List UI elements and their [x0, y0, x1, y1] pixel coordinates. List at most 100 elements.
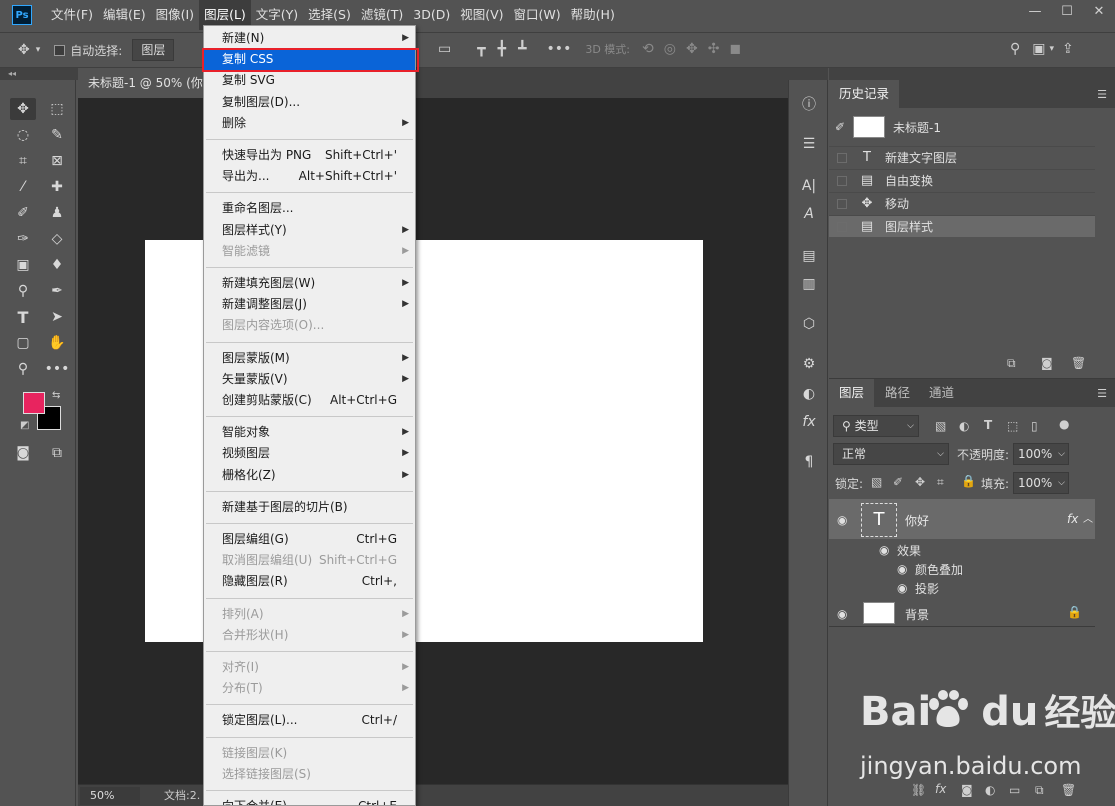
tab-layers[interactable]: 图层: [829, 379, 875, 407]
3d-slide-icon[interactable]: ✣: [708, 41, 720, 57]
menu-window[interactable]: 窗口(W): [509, 0, 566, 30]
gradient-tool-icon[interactable]: ▣: [10, 254, 36, 276]
layer-menu-item[interactable]: 复制 SVG: [204, 70, 415, 91]
pen-tool-icon[interactable]: ✒: [44, 280, 70, 302]
3d-icon[interactable]: ⬡: [795, 312, 823, 336]
lasso-tool-icon[interactable]: ◌: [10, 124, 36, 146]
history-step-checkbox[interactable]: [837, 221, 847, 232]
share-icon[interactable]: ⇪: [1062, 41, 1074, 57]
panel-menu-icon[interactable]: ☰: [1097, 88, 1107, 101]
layer-menu-item[interactable]: 复制图层(D)...: [204, 92, 415, 113]
type-filter-icon[interactable]: T: [984, 418, 992, 432]
properties-icon[interactable]: ☰: [795, 132, 823, 156]
3d-orbit-icon[interactable]: ⟲: [642, 41, 654, 57]
3d-pan-icon[interactable]: ✥: [686, 41, 698, 57]
dodge-tool-icon[interactable]: ⚲: [10, 280, 36, 302]
layer-filter-select[interactable]: ⚲ 类型 ⌵: [833, 415, 919, 437]
layer-menu-item[interactable]: 视频图层 ▶: [204, 443, 415, 464]
layer-menu-item[interactable]: 复制 CSS: [204, 49, 415, 71]
eraser-tool-icon[interactable]: ◇: [44, 228, 70, 250]
lock-all-icon[interactable]: 🔒: [961, 474, 976, 488]
notes-icon[interactable]: ▥: [795, 272, 823, 296]
history-step-checkbox[interactable]: [837, 175, 847, 186]
layer-menu-item[interactable]: 图层蒙版(M) ▶: [204, 348, 415, 369]
shape-filter-icon[interactable]: ⬚: [1007, 419, 1018, 433]
default-colors-icon[interactable]: ◩: [20, 420, 29, 431]
layer-menu-item[interactable]: 快速导出为 PNG Shift+Ctrl+': [204, 145, 415, 166]
maximize-button[interactable]: ☐: [1051, 0, 1083, 22]
effect-item[interactable]: 颜色叠加: [915, 561, 963, 578]
adjustments-icon[interactable]: ⚙: [795, 352, 823, 376]
history-step[interactable]: ✥ 移动: [829, 192, 1095, 214]
trash-icon[interactable]: 🗑: [1071, 356, 1086, 370]
zoom-field[interactable]: 50%: [80, 787, 140, 805]
background-layer-row[interactable]: ◉ 背景 🔒: [829, 599, 1095, 627]
text-layer-row[interactable]: ◉ T 你好 fx ︿ ◉ 效果 ◉ 颜色叠加 ◉ 投影: [829, 499, 1095, 597]
stamp-tool-icon[interactable]: ♟: [44, 202, 70, 224]
layer-menu-item[interactable]: 新建基于图层的切片(B): [204, 497, 415, 518]
chevron-down-icon[interactable]: ▾: [1050, 44, 1055, 54]
history-step[interactable]: T 新建文字图层: [829, 146, 1095, 168]
layer-menu-item[interactable]: 重命名图层...: [204, 198, 415, 219]
canvas-area[interactable]: [78, 98, 788, 784]
libraries-icon[interactable]: ▤: [795, 244, 823, 268]
auto-select-dropdown[interactable]: 图层: [132, 39, 175, 61]
layer-name[interactable]: 你好: [905, 512, 929, 529]
layer-menu-item[interactable]: 向下合并(E) Ctrl+E: [204, 796, 415, 805]
layer-menu-item[interactable]: 智能对象 ▶: [204, 422, 415, 443]
hand-tool-icon[interactable]: ✋: [44, 332, 70, 354]
3d-roll-icon[interactable]: ◎: [664, 41, 676, 57]
panel-menu-icon[interactable]: ☰: [1097, 387, 1107, 400]
tab-paths[interactable]: 路径: [875, 379, 920, 407]
layer-menu-item[interactable]: 矢量蒙版(V) ▶: [204, 369, 415, 390]
lock-transparent-icon[interactable]: ▧: [871, 475, 882, 489]
menu-help[interactable]: 帮助(H): [566, 0, 620, 30]
swap-colors-icon[interactable]: ⇆: [52, 390, 60, 401]
auto-select-checkbox[interactable]: [54, 44, 66, 56]
chevron-up-icon[interactable]: ︿: [1083, 510, 1093, 525]
camera-icon[interactable]: ◙: [1041, 356, 1053, 370]
quick-mask-icon[interactable]: ◙: [10, 442, 36, 464]
lock-artboard-icon[interactable]: ⌗: [937, 475, 944, 490]
3d-camera-icon[interactable]: ◼: [729, 41, 741, 57]
toolbar-collapse-bar[interactable]: ◂◂: [0, 68, 78, 80]
layer-menu-item[interactable]: 锁定图层(L)... Ctrl+/: [204, 710, 415, 731]
visibility-eye-icon[interactable]: ◉: [897, 581, 907, 595]
align-center-icon[interactable]: ▭: [438, 41, 451, 57]
align-bottom-icon[interactable]: ┻: [518, 41, 526, 57]
tab-channels[interactable]: 通道: [919, 379, 964, 407]
healing-brush-tool-icon[interactable]: ✚: [44, 176, 70, 198]
visibility-eye-icon[interactable]: ◉: [879, 543, 889, 557]
close-button[interactable]: ✕: [1083, 0, 1115, 22]
tab-history[interactable]: 历史记录: [829, 80, 900, 108]
layer-menu-item[interactable]: 图层编组(G) Ctrl+G: [204, 529, 415, 550]
more-tools-icon[interactable]: •••: [44, 358, 70, 380]
lock-image-icon[interactable]: ✐: [893, 475, 903, 489]
effect-item[interactable]: 投影: [915, 580, 939, 597]
foreground-color-swatch[interactable]: [23, 392, 45, 414]
visibility-eye-icon[interactable]: ◉: [897, 562, 907, 576]
history-brush-tool-icon[interactable]: ✑: [10, 228, 36, 250]
menu-edit[interactable]: 编辑(E): [98, 0, 151, 30]
history-step[interactable]: ▤ 自由变换: [829, 169, 1095, 191]
history-step-checkbox[interactable]: [837, 198, 847, 209]
styles-icon[interactable]: ◐: [795, 382, 823, 406]
workspace-icon[interactable]: ▣: [1032, 41, 1045, 57]
icon-column-collapse-bar[interactable]: [788, 68, 828, 80]
new-document-from-state-icon[interactable]: ⧉: [1007, 356, 1016, 371]
panels-collapse-bar[interactable]: [829, 68, 1115, 80]
layer-name[interactable]: 背景: [905, 606, 929, 623]
smart-object-filter-icon[interactable]: ▯: [1031, 419, 1038, 433]
marquee-tool-icon[interactable]: ⬚: [44, 98, 70, 120]
layer-menu-item[interactable]: 新建(N) ▶: [204, 28, 415, 49]
blend-mode-select[interactable]: 正常 ⌵: [833, 443, 949, 465]
fill-field[interactable]: 100% ⌵: [1013, 472, 1069, 494]
history-brush-source-icon[interactable]: ✐: [835, 120, 845, 134]
minimize-button[interactable]: —: [1019, 0, 1051, 22]
zoom-tool-icon[interactable]: ⚲: [10, 358, 36, 380]
layer-menu-item[interactable]: 新建填充图层(W) ▶: [204, 273, 415, 294]
visibility-eye-icon[interactable]: ◉: [837, 607, 847, 621]
document-info[interactable]: 文档:2.: [164, 787, 200, 805]
menu-view[interactable]: 视图(V): [455, 0, 508, 30]
shape-tool-icon[interactable]: ▢: [10, 332, 36, 354]
